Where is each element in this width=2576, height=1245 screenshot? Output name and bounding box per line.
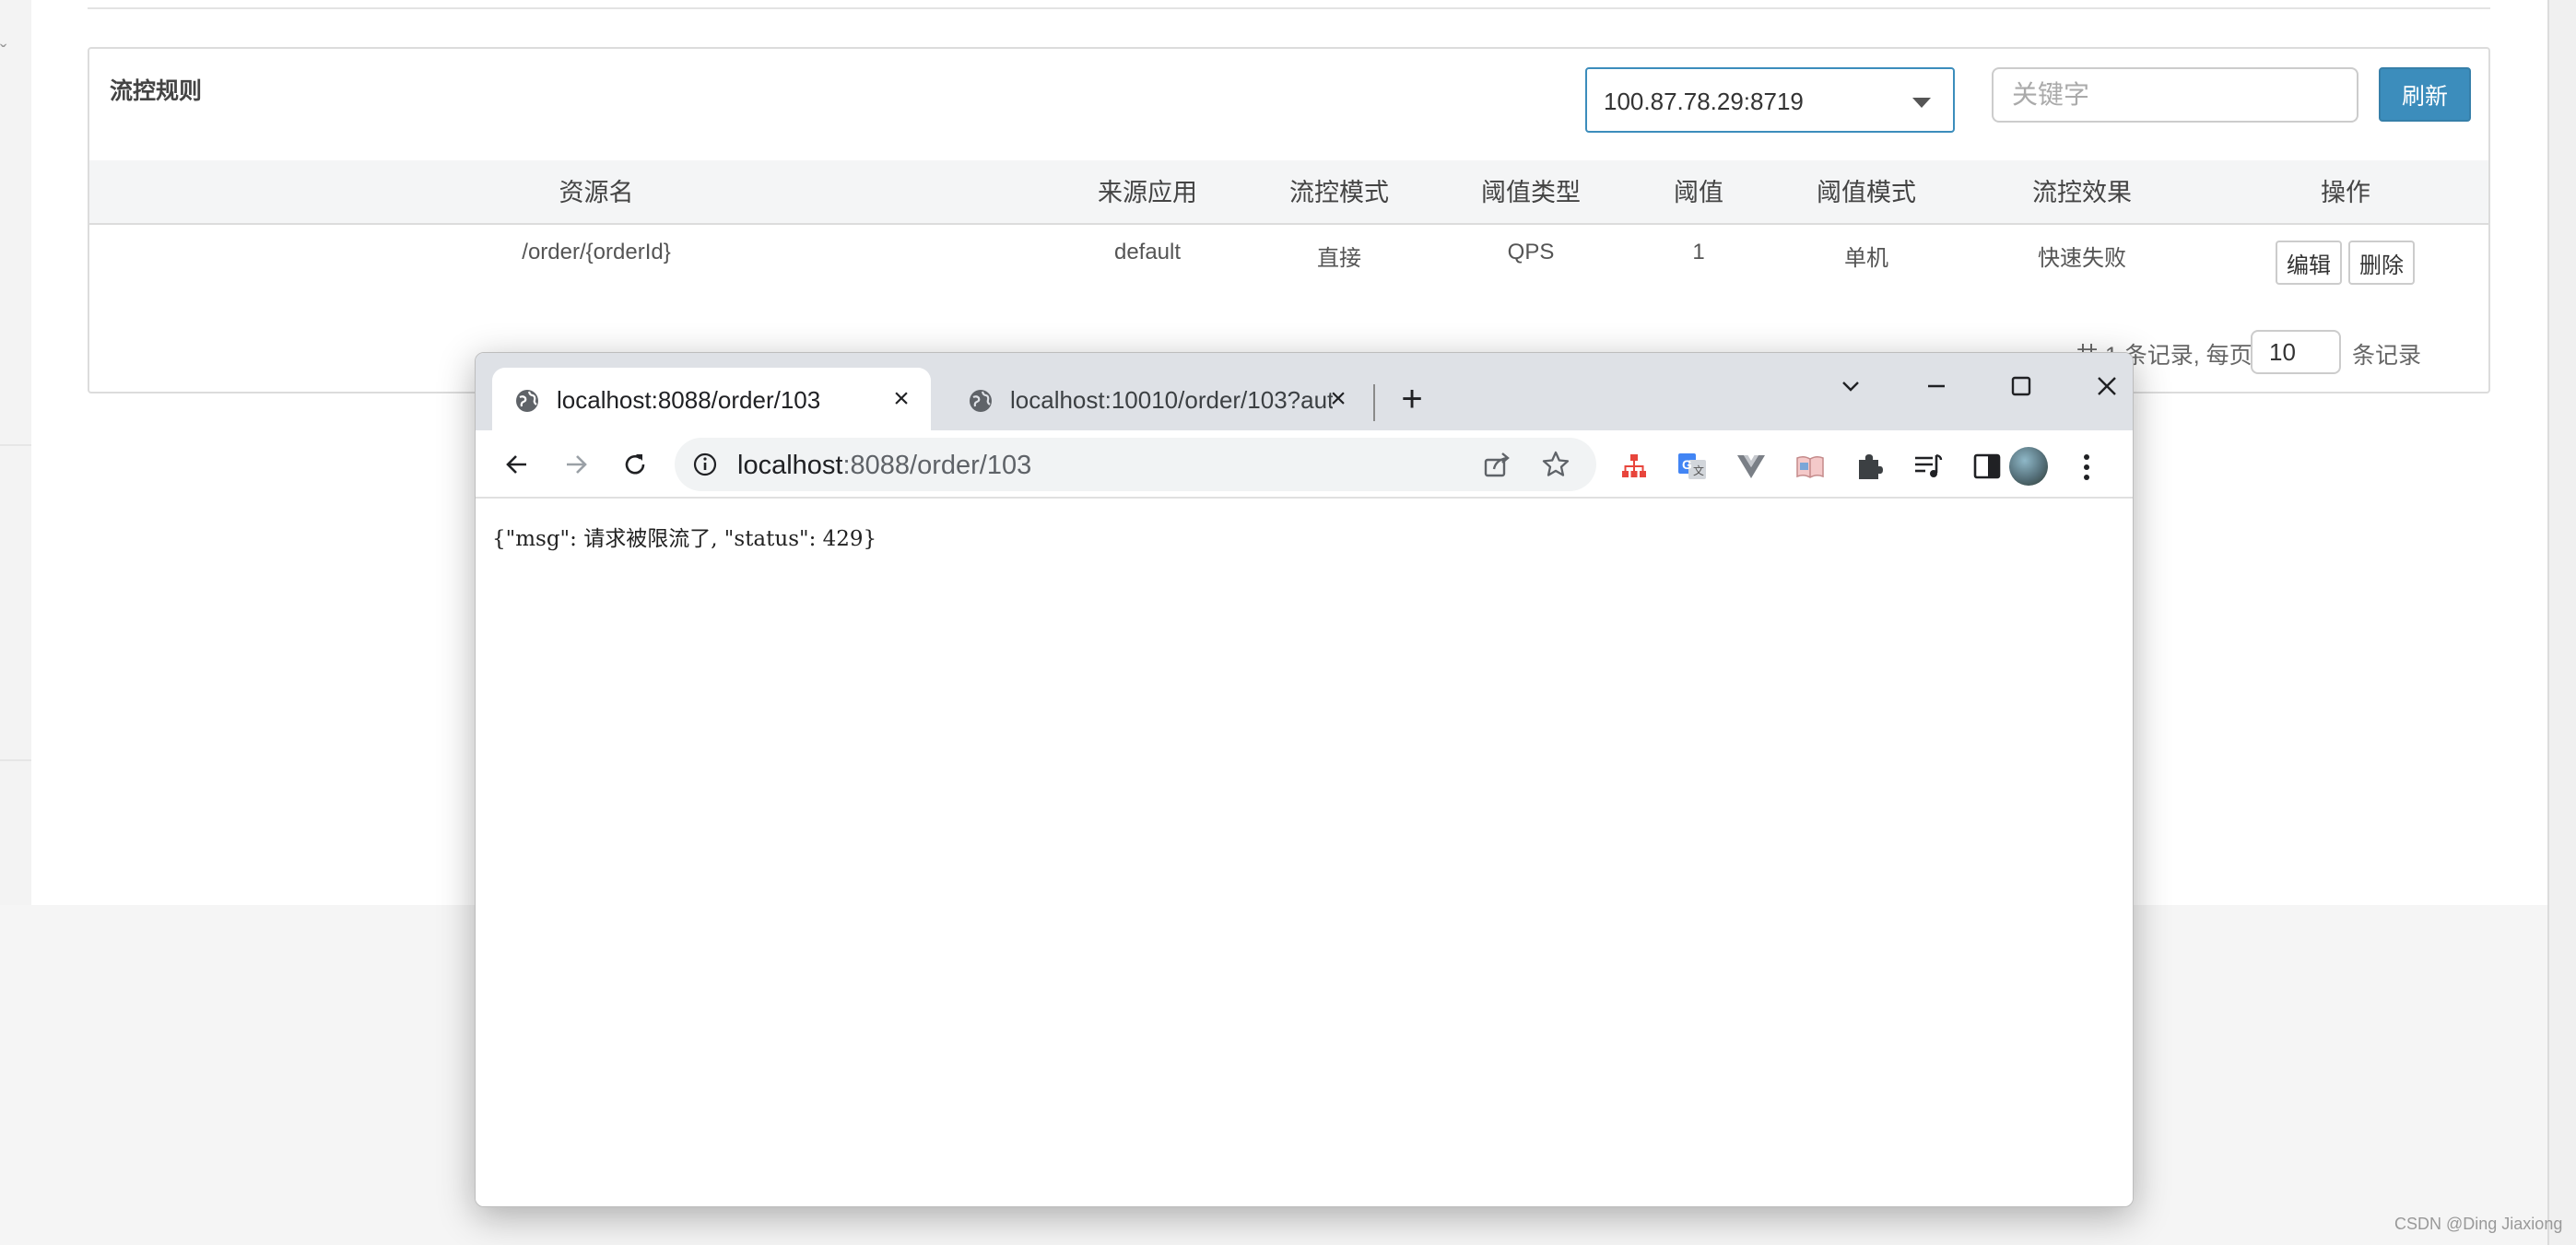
pager-suffix: 条记录 bbox=[2352, 343, 2422, 369]
chevron-down-icon bbox=[1842, 382, 1859, 392]
machine-select-value: 100.87.78.29:8719 bbox=[1604, 88, 1804, 115]
close-tab-icon[interactable]: × bbox=[887, 384, 916, 414]
table-header: 资源名 来源应用 流控模式 阈值类型 阈值 阈值模式 流控效果 操作 bbox=[89, 160, 2488, 225]
forward-button[interactable] bbox=[553, 441, 599, 487]
column-header-threshold-mode: 阈值模式 bbox=[1817, 179, 1916, 206]
cell-threshold-mode: 单机 bbox=[1844, 246, 1888, 271]
left-sidebar-edge: ˇ bbox=[0, 0, 31, 905]
page-scrollbar[interactable] bbox=[2547, 0, 2576, 1245]
close-icon bbox=[2098, 377, 2116, 395]
column-header-threshold-type: 阈值类型 bbox=[1481, 179, 1581, 206]
page-content: {"msg": 请求被限流了, "status": 429} bbox=[476, 499, 2133, 1206]
arrow-right-icon bbox=[567, 455, 587, 474]
globe-icon bbox=[516, 390, 538, 412]
machine-select[interactable]: 100.87.78.29:8719 bbox=[1585, 67, 1955, 133]
more-menu-icon[interactable] bbox=[2073, 449, 2100, 486]
cell-flow-mode: 直接 bbox=[1317, 246, 1361, 271]
column-header-threshold: 阈值 bbox=[1674, 179, 1723, 206]
info-icon[interactable] bbox=[693, 452, 717, 476]
cell-source-app: default bbox=[1113, 240, 1182, 264]
json-response-text: {"msg": 请求被限流了, "status": 429} bbox=[492, 527, 877, 551]
cell-threshold-type: QPS bbox=[1507, 240, 1555, 264]
sitemap-extension-icon[interactable] bbox=[1618, 451, 1650, 482]
cell-effect: 快速失败 bbox=[2038, 246, 2126, 271]
tab-title: localhost:8088/order/103 bbox=[557, 386, 821, 414]
url-path: :8088/order/103 bbox=[842, 451, 1032, 480]
tab-order-8088[interactable]: localhost:8088/order/103 × bbox=[492, 368, 931, 430]
star-icon[interactable] bbox=[1541, 450, 1570, 479]
svg-text:G: G bbox=[1682, 457, 1692, 472]
minimize-button[interactable] bbox=[1909, 362, 1964, 408]
back-button[interactable] bbox=[494, 441, 540, 487]
column-header-resource: 资源名 bbox=[559, 179, 634, 206]
translate-extension-icon[interactable]: G文 bbox=[1676, 451, 1708, 482]
reload-icon bbox=[625, 454, 645, 475]
url-text: localhost:8088/order/103 bbox=[737, 451, 1031, 481]
puzzle-extensions-icon[interactable] bbox=[1853, 451, 1885, 482]
tab-search-button[interactable] bbox=[1823, 362, 1878, 408]
arrow-left-icon bbox=[506, 455, 526, 474]
svg-text:文: 文 bbox=[1693, 464, 1704, 477]
cell-resource: /order/{orderId} bbox=[522, 240, 671, 264]
maximize-button[interactable] bbox=[1994, 362, 2049, 408]
flow-rules-panel: 流控规则 100.87.78.29:8719 刷新 资源名 来源应用 流控模式 … bbox=[88, 47, 2490, 393]
panel-title: 流控规则 bbox=[110, 78, 203, 104]
browser-toolbar: localhost:8088/order/103 G文 bbox=[476, 430, 2133, 499]
tab-separator bbox=[1373, 384, 1375, 421]
close-window-button[interactable] bbox=[2079, 362, 2133, 408]
sidebar-divider bbox=[0, 444, 31, 446]
tab-strip: localhost:8088/order/103 × localhost:100… bbox=[476, 353, 2133, 430]
watermark: CSDN @Ding Jiaxiong bbox=[2394, 1215, 2563, 1233]
close-tab-icon[interactable]: × bbox=[1323, 384, 1353, 414]
column-header-source-app: 来源应用 bbox=[1098, 179, 1197, 206]
media-control-icon[interactable] bbox=[1912, 451, 1944, 482]
column-header-flow-mode: 流控模式 bbox=[1289, 179, 1389, 206]
address-bar[interactable]: localhost:8088/order/103 bbox=[675, 438, 1596, 491]
profile-avatar[interactable] bbox=[2009, 447, 2048, 486]
tab-title: localhost:10010/order/103?authorization=… bbox=[1010, 386, 1333, 414]
collapse-mark: ˇ bbox=[0, 41, 7, 64]
tab-order-10010[interactable]: localhost:10010/order/103?authorization=… bbox=[946, 368, 1370, 430]
column-header-effect: 流控效果 bbox=[2032, 179, 2132, 206]
maximize-icon bbox=[2011, 376, 2031, 396]
column-header-actions: 操作 bbox=[2321, 179, 2370, 206]
globe-icon bbox=[970, 390, 992, 412]
vue-devtools-icon[interactable] bbox=[1735, 451, 1767, 482]
url-host: localhost bbox=[737, 451, 843, 480]
side-panel-icon[interactable] bbox=[1971, 451, 2003, 482]
reader-extension-icon[interactable] bbox=[1794, 451, 1826, 482]
refresh-button[interactable]: 刷新 bbox=[2379, 67, 2471, 122]
minimize-icon bbox=[1928, 384, 1945, 388]
reload-button[interactable] bbox=[612, 441, 658, 487]
delete-button[interactable]: 删除 bbox=[2348, 241, 2415, 285]
chevron-down-icon bbox=[1912, 98, 1931, 108]
edit-button[interactable]: 编辑 bbox=[2276, 241, 2342, 285]
top-divider bbox=[88, 7, 2490, 9]
new-tab-button[interactable]: + bbox=[1392, 379, 1432, 419]
share-icon[interactable] bbox=[1483, 451, 1512, 478]
cell-threshold: 1 bbox=[1692, 240, 1705, 264]
page-size-input[interactable] bbox=[2251, 330, 2341, 374]
keyword-search-input[interactable] bbox=[1992, 67, 2358, 123]
browser-window: localhost:8088/order/103 × localhost:100… bbox=[475, 352, 2134, 1207]
sidebar-divider bbox=[0, 759, 31, 761]
